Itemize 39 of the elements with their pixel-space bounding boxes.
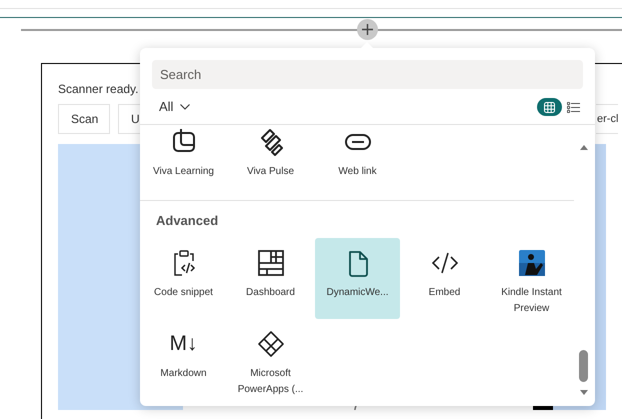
toolbar-button[interactable]: Scan	[58, 104, 110, 134]
tile-label: Microsoft PowerApps (...	[236, 367, 304, 397]
web-part-tile[interactable]: Viva Learning	[141, 125, 226, 198]
layout-icon	[256, 249, 284, 277]
diamond-icon	[256, 330, 284, 358]
chevron-down-icon	[180, 104, 190, 110]
web-part-tile[interactable]: Microsoft PowerApps (...	[228, 319, 313, 400]
web-part-tile[interactable]: Web link	[315, 125, 400, 198]
web-part-tile[interactable]: Code snippet	[141, 238, 226, 319]
markdown-icon: M↓	[170, 330, 198, 358]
tile-label: Code snippet	[153, 286, 214, 300]
search-field[interactable]: Search	[152, 60, 583, 89]
view-toggle[interactable]	[537, 98, 562, 116]
add-button[interactable]	[357, 19, 378, 40]
grid-icon	[544, 102, 555, 112]
tile-label: DynamicWe...	[325, 286, 390, 300]
tile-label: Viva Pulse	[246, 165, 296, 179]
web-part-tile[interactable]: Viva Pulse	[228, 125, 313, 198]
tile-label: Dashboard	[245, 286, 296, 300]
tile-label: Embed	[428, 286, 462, 300]
plus-icon	[362, 24, 373, 35]
web-part-tile[interactable]: Kindle Instant Preview	[489, 238, 574, 319]
filter-dropdown[interactable]: All	[152, 97, 198, 117]
tile-label: Web link	[337, 165, 378, 179]
status-text: Scanner ready.	[58, 81, 140, 98]
web-part-tile[interactable]: Embed	[402, 238, 487, 319]
web-part-tile[interactable]: M↓ Markdown	[141, 319, 226, 400]
reader-icon	[518, 249, 546, 277]
web-part-tile[interactable]: Dashboard	[228, 238, 313, 319]
tile-label: Kindle Instant Preview	[500, 286, 563, 316]
web-part-tile[interactable]: DynamicWe...	[315, 238, 400, 319]
section-heading: Advanced	[155, 212, 220, 230]
scrollbar-thumb[interactable]	[579, 350, 588, 382]
scroll-up-icon[interactable]	[580, 145, 588, 150]
toolbar-button[interactable]: er-cl	[596, 104, 618, 134]
tile-label: Markdown	[159, 367, 208, 381]
list-icon	[566, 102, 580, 112]
tile-label: Viva Learning	[152, 165, 215, 179]
scroll-down-icon[interactable]	[580, 390, 588, 395]
